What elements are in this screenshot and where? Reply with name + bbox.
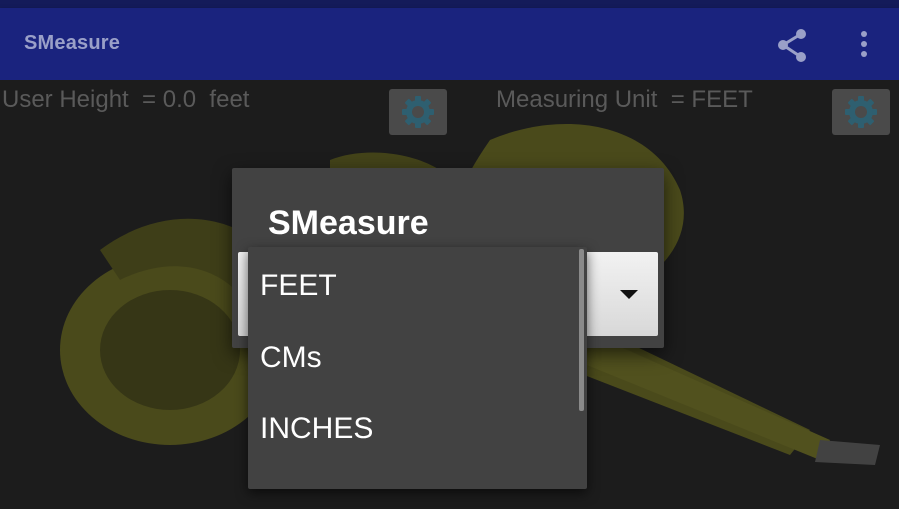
gear-icon <box>845 96 877 128</box>
dropdown-option-inches[interactable]: INCHES <box>248 394 578 464</box>
app-title: SMeasure <box>24 32 121 54</box>
share-icon <box>778 29 806 62</box>
unit-settings-button[interactable] <box>832 89 890 135</box>
measuring-unit-label: Measuring Unit = FEET <box>496 86 753 113</box>
unit-dropdown-list: FEET CMs INCHES <box>248 247 587 489</box>
gear-icon <box>402 96 434 128</box>
dropdown-scrollbar[interactable] <box>579 249 584 411</box>
height-settings-button[interactable] <box>389 89 447 135</box>
share-button[interactable] <box>772 26 812 66</box>
more-options-button[interactable] <box>852 26 876 66</box>
dialog-title: SMeasure <box>268 204 429 242</box>
dropdown-option-feet[interactable]: FEET <box>248 251 578 321</box>
dropdown-arrow-icon <box>620 290 638 299</box>
user-height-label: User Height = 0.0 feet <box>2 86 250 113</box>
more-vert-icon <box>861 31 867 57</box>
app-bar: SMeasure <box>0 8 899 80</box>
status-bar <box>0 0 899 8</box>
dropdown-option-cms[interactable]: CMs <box>248 323 578 393</box>
